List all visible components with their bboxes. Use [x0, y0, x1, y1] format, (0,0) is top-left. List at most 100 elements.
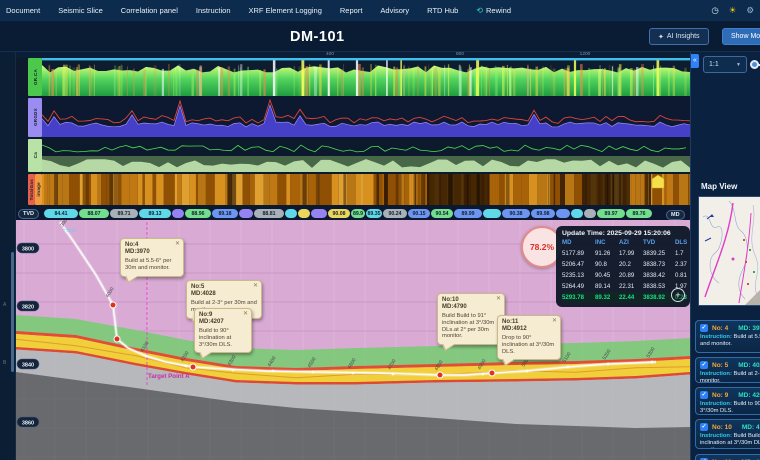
settings-gear-icon[interactable]: ⚙	[746, 6, 754, 15]
ruler-segments: 84.4188.0789.7189.13 88.9689.18 88.81 90.08…	[44, 209, 656, 218]
survey-row[interactable]: 5264.4989.1422.313838.531.97	[562, 281, 684, 292]
track-tab-image[interactable]: image	[35, 174, 42, 205]
ruler-segment[interactable]	[172, 209, 184, 218]
annotation-callout[interactable]: No:10MD:4790Build Build to 91° inclinati…	[437, 293, 505, 345]
expand-plus-button[interactable]: +	[671, 288, 685, 302]
menu-item-rtd-hub[interactable]: RTD Hub	[427, 6, 458, 15]
annotation-callout[interactable]: No:9MD:4207Build to 90° inclination at 3…	[194, 308, 252, 353]
ruler-segment[interactable]	[571, 209, 583, 218]
card-checkbox[interactable]: ✓	[700, 324, 708, 332]
survey-point[interactable]	[437, 372, 443, 378]
ruler-segment[interactable]: 89.98	[531, 209, 555, 218]
theme-sun-icon[interactable]: ☀	[729, 6, 737, 15]
ruler-segment[interactable]: 89.18	[212, 209, 238, 218]
card-checkbox[interactable]: ✓	[700, 423, 708, 431]
ruler-segment[interactable]: 89.97	[597, 209, 625, 218]
ruler-segment[interactable]: 90.38	[502, 209, 530, 218]
card-no: No: 4	[712, 325, 728, 332]
instruction-card[interactable]: ✓No: 9MD: 4207Instruction: Build to 90° …	[695, 387, 760, 415]
instruction-card[interactable]: ✓No: 11MD: 4912Instruction: Drop to 90° …	[695, 454, 760, 460]
track-tab-ca[interactable]: Ca	[28, 139, 42, 172]
close-icon[interactable]: ✕	[552, 318, 557, 325]
close-icon[interactable]: ✕	[496, 296, 501, 303]
ai-insights-button[interactable]: ✦ AI Insights	[649, 28, 709, 45]
card-checkbox[interactable]: ✓	[700, 361, 708, 369]
ruler-segment[interactable]	[239, 209, 253, 218]
ruler-segment[interactable]: 89.35	[366, 209, 382, 218]
survey-cell: 0.81	[675, 272, 688, 279]
instruction-card[interactable]: ✓No: 10MD: 4790Instruction: Build Build …	[695, 419, 760, 449]
ruler-segment[interactable]	[483, 209, 501, 218]
instruction-card[interactable]: ✓No: 4MD: 3970Instruction: Build at 5.5-…	[695, 320, 760, 353]
history-clock-icon[interactable]: ◷	[711, 6, 718, 15]
track-tab-totalgas[interactable]: TotalGas	[28, 174, 35, 205]
cross-section[interactable]: 3800382038403860390040004100420043004400…	[16, 220, 690, 460]
menu-item-correlation-panel[interactable]: Correlation panel	[121, 6, 178, 15]
menu-item-rewind[interactable]: ⟲Rewind	[476, 6, 511, 15]
close-icon[interactable]: ✕	[253, 283, 258, 290]
ruler-segment[interactable]: 88.07	[79, 209, 109, 218]
survey-row[interactable]: 5235.1390.4520.893838.420.81	[562, 270, 684, 281]
ruler-segment[interactable]: 88.81	[254, 209, 284, 218]
ruler-segment[interactable]: 90.15	[408, 209, 430, 218]
ruler-segment[interactable]: 88.96	[185, 209, 211, 218]
menu-item-xrf-element-logging[interactable]: XRF Element Logging	[249, 6, 322, 15]
menu-item-advisory[interactable]: Advisory	[380, 6, 409, 15]
scale-select[interactable]: 1:1 ▼	[703, 56, 747, 73]
ruler-segment[interactable]: 90.54	[431, 209, 453, 218]
zoom-slider[interactable]	[751, 64, 760, 66]
ruler-segment[interactable]: 90.24	[383, 209, 407, 218]
ruler-segment[interactable]: 89.13	[139, 209, 171, 218]
md-pill[interactable]: MD	[666, 210, 685, 220]
card-instruction: Instruction: Build at 5.5-6° per 30m and…	[700, 334, 760, 348]
ruler-segment[interactable]	[311, 209, 327, 218]
card-checkbox[interactable]: ✓	[700, 391, 708, 399]
survey-cell: 3838.42	[643, 272, 675, 279]
sidebar-item-a[interactable]: A	[3, 302, 6, 308]
map-view-panel[interactable]	[698, 196, 760, 306]
ruler-segment[interactable]: 89.9	[351, 209, 365, 218]
menu-item-instruction[interactable]: Instruction	[196, 6, 231, 15]
md-scale-label: 400	[326, 52, 334, 57]
show-mode-button[interactable]: Show Mode	[722, 28, 760, 45]
track-grgdx[interactable]: GRGDX	[16, 98, 690, 137]
ruler-segment[interactable]: 89.76	[626, 209, 652, 218]
menu-item-document[interactable]: Document	[6, 6, 40, 15]
annotation-callout[interactable]: No:11MD:4912Drop to 90° inclination at 3…	[497, 315, 561, 360]
depth-label: 3820	[22, 305, 34, 311]
survey-row[interactable]: 5177.8991.2617.993839.251.7	[562, 248, 684, 259]
survey-row[interactable]: 5206.4790.820.23838.732.37	[562, 259, 684, 270]
close-icon[interactable]: ✕	[175, 241, 180, 248]
tvd-pill[interactable]: TVD	[18, 209, 39, 219]
depth-label: 3860	[22, 421, 34, 427]
track-ca[interactable]: Ca	[16, 139, 690, 172]
ruler-segment[interactable]	[298, 209, 310, 218]
track-tab-grca[interactable]: GR.CA	[28, 58, 42, 96]
survey-point[interactable]	[114, 336, 120, 342]
menu-item-label: Rewind	[486, 6, 511, 15]
ruler-segment[interactable]: 89.99	[454, 209, 482, 218]
track-image[interactable]: TotalGas image	[16, 174, 690, 205]
survey-cell: 89.14	[595, 283, 619, 290]
sidebar-item-b[interactable]: B	[3, 360, 6, 366]
annotation-callout[interactable]: No:4MD:3970Build at 5.5-6° per 30m and m…	[120, 238, 184, 277]
collapse-panel-button[interactable]: «	[691, 54, 699, 68]
ruler-segment[interactable]	[285, 209, 297, 218]
ruler-segment[interactable]: 84.41	[44, 209, 78, 218]
ruler-segment[interactable]: 89.71	[110, 209, 138, 218]
survey-row[interactable]: 5293.7889.3222.443838.920.23	[562, 292, 684, 303]
survey-point[interactable]	[110, 302, 116, 308]
close-icon[interactable]: ✕	[243, 311, 248, 318]
ruler-segment[interactable]: 90.08	[328, 209, 350, 218]
instruction-card[interactable]: ✓No: 5MD: 4028Instruction: Build at 2-3°…	[695, 357, 760, 383]
ruler-segment[interactable]	[584, 209, 596, 218]
ruler-segment[interactable]	[556, 209, 570, 218]
survey-point[interactable]	[489, 370, 495, 376]
left-scrollbar[interactable]	[11, 252, 14, 372]
menu-item-report[interactable]: Report	[340, 6, 363, 15]
survey-point[interactable]	[190, 364, 196, 370]
menu-item-seismic-slice[interactable]: Seismic Slice	[58, 6, 103, 15]
zoom-slider-handle[interactable]	[750, 60, 759, 69]
track-tab-grgdx[interactable]: GRGDX	[28, 98, 42, 137]
track-gr-spectral[interactable]: GR.CA	[16, 58, 690, 96]
